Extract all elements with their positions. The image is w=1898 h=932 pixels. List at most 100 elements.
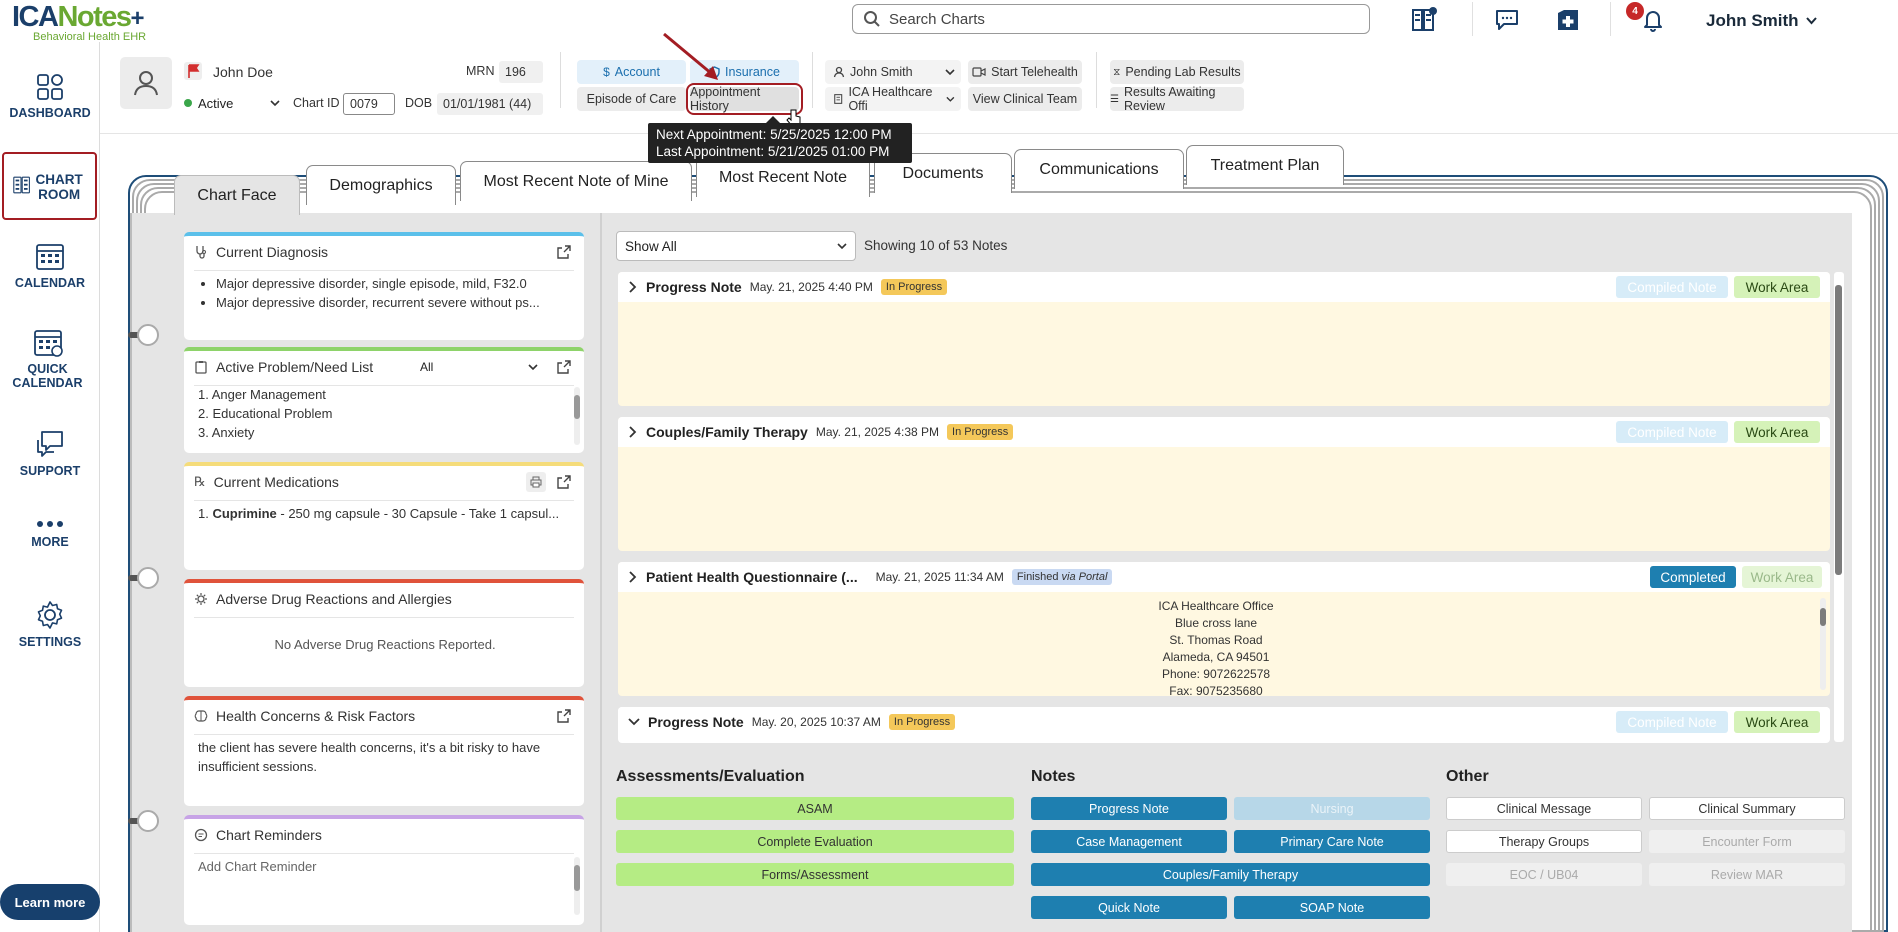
compiled-note-button[interactable]: Compiled Note: [1616, 711, 1728, 733]
problem-filter-select[interactable]: All: [420, 357, 538, 377]
avatar[interactable]: [120, 57, 172, 109]
results-awaiting-review-button[interactable]: ☰ Results Awaiting Review: [1110, 85, 1244, 113]
sidebar-item-chart-room[interactable]: CHART ROOM: [2, 152, 97, 220]
clinical-message-button[interactable]: Clinical Message: [1446, 797, 1642, 820]
status-value: Active: [198, 95, 234, 111]
sidebar-item-label: QUICK CALENDAR: [12, 362, 83, 390]
tab-most-recent-note-of-mine[interactable]: Most Recent Note of Mine: [460, 161, 692, 201]
learn-more-button[interactable]: Learn more: [0, 884, 100, 920]
soap-note-button[interactable]: SOAP Note: [1234, 896, 1430, 919]
office-select[interactable]: ICA Healthcare Offi: [825, 85, 961, 113]
work-area-button[interactable]: Work Area: [1734, 421, 1820, 443]
note-item[interactable]: Progress Note May. 20, 2025 10:37 AM In …: [618, 707, 1830, 743]
logo-plus: +: [130, 5, 145, 32]
start-telehealth-button[interactable]: Start Telehealth: [968, 60, 1082, 84]
mrn-value: 196: [499, 61, 543, 83]
note-title: Progress Note: [646, 279, 742, 295]
chevron-down-icon: [270, 99, 280, 106]
app-logo[interactable]: ICANotes+ Behavioral Health EHR: [12, 2, 162, 43]
messages-icon[interactable]: [1492, 6, 1522, 34]
work-area-button[interactable]: Work Area: [1742, 566, 1822, 588]
print-icon[interactable]: [526, 472, 546, 492]
add-reminder-input[interactable]: Add Chart Reminder: [198, 857, 572, 876]
tab-demographics[interactable]: Demographics: [306, 165, 456, 205]
sidebar-item-calendar[interactable]: CALENDAR: [0, 240, 100, 290]
completed-button[interactable]: Completed: [1650, 566, 1736, 588]
clinical-summary-button[interactable]: Clinical Summary: [1649, 797, 1845, 820]
allergy-icon: [195, 593, 207, 605]
next-appointment-text: Next Appointment: 5/25/2025 12:00 PM: [656, 127, 892, 142]
patient-status-select[interactable]: Active: [184, 92, 280, 114]
compiled-note-button[interactable]: Compiled Note: [1616, 421, 1728, 443]
quick-calendar-icon: [33, 330, 63, 357]
note-title: Couples/Family Therapy: [646, 424, 808, 440]
notes-filter-value: Show All: [625, 238, 677, 254]
asam-button[interactable]: ASAM: [616, 797, 1014, 820]
sidebar-item-more[interactable]: MORE: [0, 517, 100, 549]
sidebar-item-label: CHART ROOM: [35, 172, 83, 202]
scrollbar-thumb[interactable]: [574, 395, 580, 419]
case-management-button[interactable]: Case Management: [1031, 830, 1227, 853]
external-link-icon[interactable]: [554, 706, 574, 726]
video-icon: [972, 67, 986, 77]
eoc-ub04-button[interactable]: EOC / UB04: [1446, 863, 1642, 886]
view-clinical-team-button[interactable]: View Clinical Team: [968, 87, 1082, 111]
sidebar-item-quick-calendar[interactable]: QUICK CALENDAR: [0, 326, 95, 390]
pending-lab-results-button[interactable]: ⧖ Pending Lab Results: [1110, 60, 1244, 84]
search-charts-input[interactable]: Search Charts: [852, 4, 1370, 34]
note-item[interactable]: Patient Health Questionnaire (... May. 2…: [618, 562, 1830, 696]
chart-id-field[interactable]: 0079: [343, 93, 395, 115]
progress-note-button[interactable]: Progress Note: [1031, 797, 1227, 820]
dashboard-icon: [37, 74, 63, 100]
external-link-icon[interactable]: [554, 472, 574, 492]
scrollbar-thumb[interactable]: [574, 865, 580, 891]
scrollbar-thumb[interactable]: [1820, 608, 1826, 626]
external-link-icon[interactable]: [554, 242, 574, 262]
external-link-icon[interactable]: [554, 357, 574, 377]
status-via: via Portal: [1061, 571, 1108, 583]
chevron-down-icon[interactable]: [628, 717, 640, 727]
couples-family-therapy-button[interactable]: Couples/Family Therapy: [1031, 863, 1430, 886]
work-area-button[interactable]: Work Area: [1734, 711, 1820, 733]
note-item[interactable]: Progress Note May. 21, 2025 4:40 PM In P…: [618, 272, 1830, 406]
sidebar-item-settings[interactable]: SETTINGS: [0, 599, 100, 649]
note-item[interactable]: Couples/Family Therapy May. 21, 2025 4:3…: [618, 417, 1830, 551]
review-mar-button[interactable]: Review MAR: [1649, 863, 1845, 886]
forms-assessment-button[interactable]: Forms/Assessment: [616, 863, 1014, 886]
chevron-right-icon[interactable]: [628, 281, 638, 293]
header-separator: [560, 52, 561, 108]
tab-most-recent-note[interactable]: Most Recent Note: [696, 157, 870, 197]
provider-select[interactable]: John Smith: [825, 60, 961, 84]
address-line: Fax: 9075235680: [1169, 684, 1263, 696]
flag-icon[interactable]: [184, 62, 202, 80]
quick-note-button[interactable]: Quick Note: [1031, 896, 1227, 919]
work-area-button[interactable]: Work Area: [1734, 276, 1820, 298]
status-badge: In Progress: [880, 279, 948, 295]
sidebar-item-dashboard[interactable]: DASHBOARD: [0, 72, 100, 120]
prescriptions-icon[interactable]: [1553, 6, 1583, 34]
nursing-button[interactable]: Nursing: [1234, 797, 1430, 820]
user-menu[interactable]: John Smith: [1706, 11, 1817, 31]
therapy-groups-button[interactable]: Therapy Groups: [1446, 830, 1642, 853]
sidebar-item-support[interactable]: SUPPORT: [0, 428, 100, 478]
notes-filter-select[interactable]: Show All: [616, 231, 856, 261]
note-address: ICA Healthcare Office Blue cross lane St…: [618, 598, 1814, 696]
tab-chart-face[interactable]: Chart Face: [174, 175, 300, 215]
complete-evaluation-button[interactable]: Complete Evaluation: [616, 830, 1014, 853]
compiled-note-button[interactable]: Compiled Note: [1616, 276, 1728, 298]
dob-value: 01/01/1981 (44): [437, 93, 543, 115]
episode-of-care-button[interactable]: Episode of Care: [577, 87, 686, 111]
building-icon: [834, 94, 843, 104]
tab-treatment-plan[interactable]: Treatment Plan: [1186, 145, 1344, 185]
chevron-right-icon[interactable]: [628, 571, 638, 583]
more-icon: [37, 521, 63, 527]
appointment-history-button[interactable]: Appointment History: [686, 83, 803, 115]
primary-care-note-button[interactable]: Primary Care Note: [1234, 830, 1430, 853]
note-date: May. 21, 2025 11:34 AM: [875, 570, 1004, 584]
encounter-form-button[interactable]: Encounter Form: [1649, 830, 1845, 853]
chart-room-top-icon[interactable]: [1409, 6, 1439, 34]
chevron-right-icon[interactable]: [628, 426, 638, 438]
tab-communications[interactable]: Communications: [1014, 149, 1184, 189]
chevron-down-icon: [528, 363, 538, 370]
notes-scrollbar-thumb[interactable]: [1835, 285, 1842, 575]
